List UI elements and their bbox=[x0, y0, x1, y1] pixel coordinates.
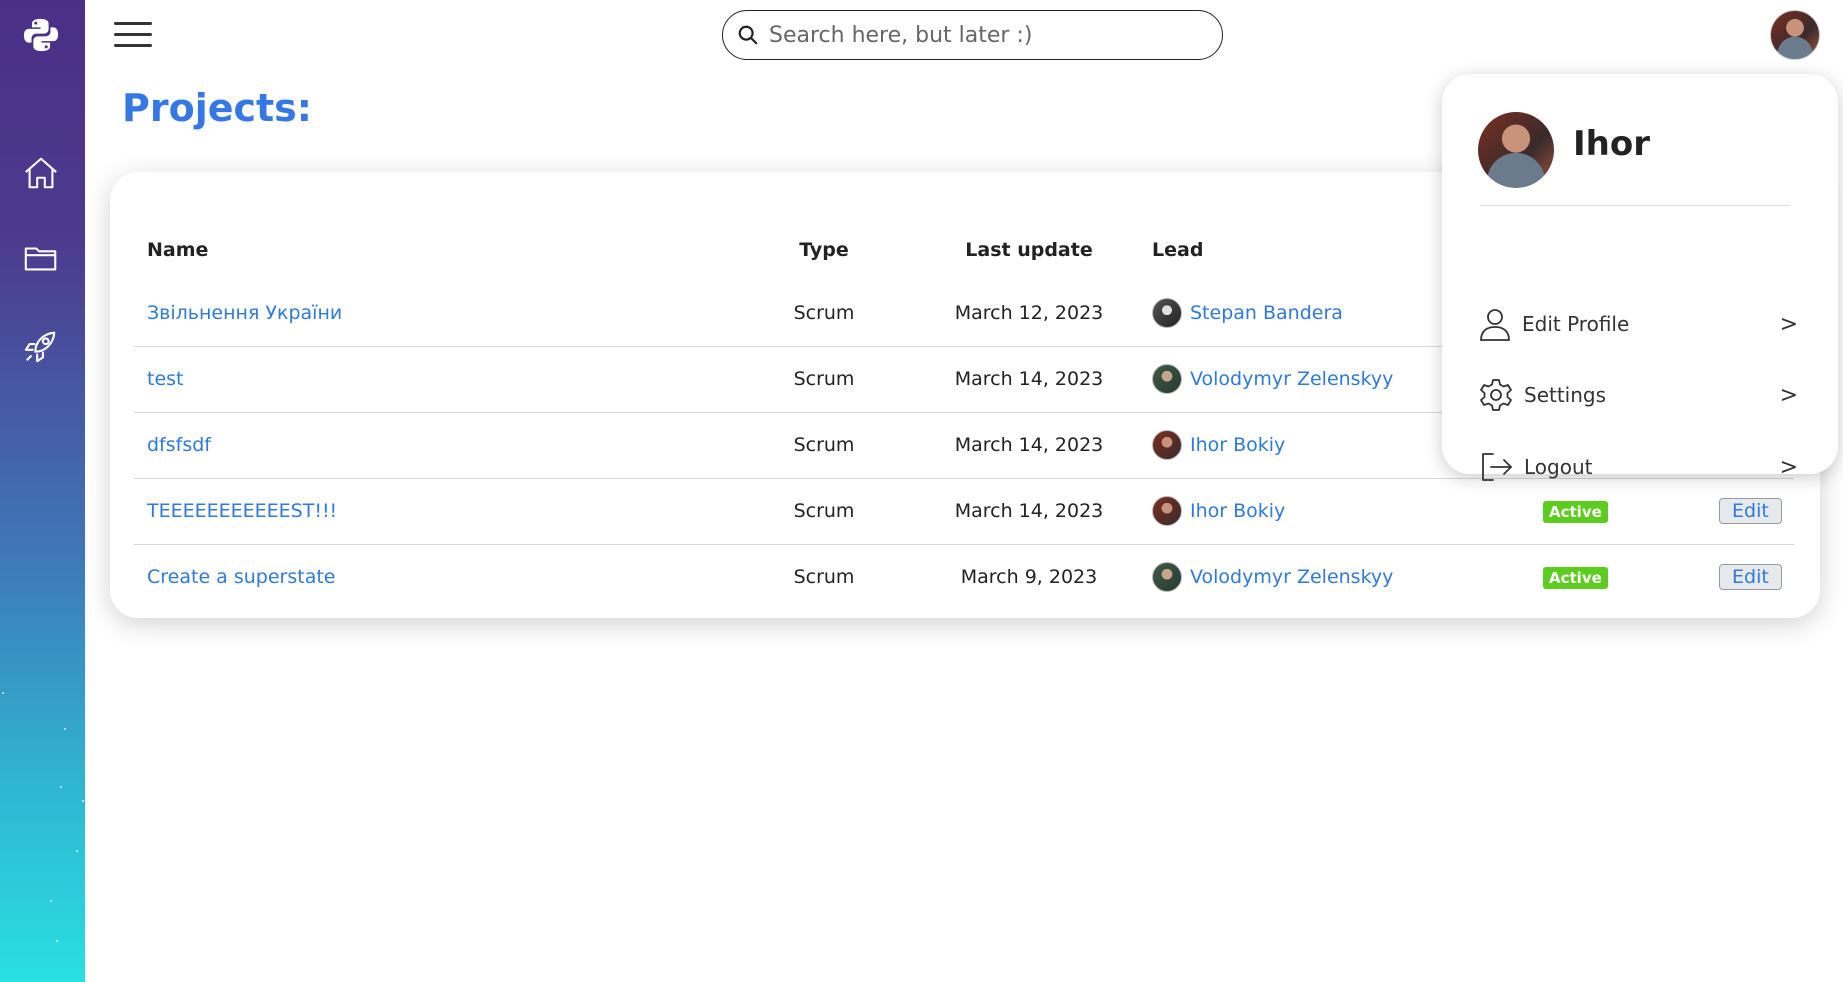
sidebar bbox=[0, 0, 85, 982]
search-icon bbox=[738, 25, 758, 45]
lead-link[interactable]: Volodymyr Zelenskyy bbox=[1190, 566, 1393, 588]
lead-avatar bbox=[1152, 364, 1182, 394]
edit-profile-menu-item[interactable]: Edit Profile > bbox=[1478, 302, 1798, 346]
folder-icon[interactable] bbox=[20, 237, 62, 279]
profile-dropdown: Ihor Edit Profile > Settings > Logout > bbox=[1442, 74, 1838, 481]
profile-name: Ihor bbox=[1573, 124, 1650, 164]
table-row: Create a superstate Scrum March 9, 2023 … bbox=[134, 544, 1794, 610]
menu-item-label: Edit Profile bbox=[1522, 312, 1630, 336]
lead-avatar bbox=[1152, 496, 1182, 526]
gear-icon bbox=[1480, 379, 1512, 411]
project-type: Scrum bbox=[793, 500, 855, 522]
rocket-icon[interactable] bbox=[20, 325, 62, 367]
search-input[interactable] bbox=[769, 22, 1209, 48]
menu-item-label: Logout bbox=[1524, 455, 1593, 479]
decorative-star bbox=[50, 900, 52, 902]
project-link[interactable]: dfsfsdf bbox=[147, 434, 211, 456]
project-link[interactable]: Create a superstate bbox=[147, 566, 336, 588]
project-type: Scrum bbox=[793, 434, 855, 456]
home-icon[interactable] bbox=[20, 152, 62, 194]
header-type[interactable]: Type bbox=[724, 220, 924, 280]
header-last-update[interactable]: Last update bbox=[924, 220, 1134, 280]
decorative-star bbox=[60, 786, 62, 788]
settings-menu-item[interactable]: Settings > bbox=[1478, 373, 1798, 417]
edit-button[interactable]: Edit bbox=[1719, 564, 1782, 591]
user-avatar-button[interactable] bbox=[1770, 10, 1820, 60]
logout-menu-item[interactable]: Logout > bbox=[1478, 445, 1798, 489]
lead-avatar bbox=[1152, 562, 1182, 593]
lead-avatar bbox=[1152, 297, 1182, 328]
project-type: Scrum bbox=[793, 566, 855, 589]
python-logo-icon[interactable] bbox=[20, 14, 62, 56]
project-last-update: March 14, 2023 bbox=[954, 500, 1104, 522]
project-link[interactable]: test bbox=[147, 368, 184, 390]
project-last-update: March 14, 2023 bbox=[954, 368, 1104, 390]
profile-avatar bbox=[1478, 112, 1554, 188]
search-bar[interactable] bbox=[722, 10, 1223, 60]
logout-icon bbox=[1482, 453, 1512, 481]
chevron-right-icon: > bbox=[1779, 382, 1798, 408]
decorative-star bbox=[82, 800, 84, 802]
chevron-right-icon: > bbox=[1779, 311, 1798, 337]
project-type: Scrum bbox=[793, 301, 855, 324]
chevron-right-icon: > bbox=[1779, 454, 1798, 480]
lead-avatar bbox=[1152, 430, 1182, 460]
decorative-star bbox=[2, 692, 4, 694]
project-type: Scrum bbox=[793, 368, 855, 390]
lead-link[interactable]: Ihor Bokiy bbox=[1190, 434, 1285, 456]
status-badge: Active bbox=[1543, 500, 1608, 523]
lead-link[interactable]: Ihor Bokiy bbox=[1190, 500, 1285, 522]
project-last-update: March 9, 2023 bbox=[960, 566, 1098, 589]
decorative-star bbox=[76, 850, 78, 852]
divider bbox=[1480, 205, 1790, 206]
decorative-star bbox=[64, 728, 66, 730]
lead-link[interactable]: Volodymyr Zelenskyy bbox=[1190, 368, 1393, 390]
decorative-star bbox=[56, 940, 58, 942]
header-name[interactable]: Name bbox=[134, 220, 724, 280]
user-icon bbox=[1480, 309, 1510, 341]
project-link[interactable]: TEEEEEEEEEEEST!!! bbox=[147, 500, 337, 522]
edit-button[interactable]: Edit bbox=[1719, 498, 1782, 524]
page-title: Projects: bbox=[122, 86, 312, 130]
project-last-update: March 12, 2023 bbox=[954, 301, 1104, 324]
menu-toggle-button[interactable] bbox=[114, 22, 154, 48]
project-link[interactable]: Звільнення України bbox=[147, 302, 342, 324]
project-last-update: March 14, 2023 bbox=[954, 434, 1104, 456]
menu-item-label: Settings bbox=[1524, 383, 1607, 407]
status-badge: Active bbox=[1543, 566, 1608, 589]
lead-link[interactable]: Stepan Bandera bbox=[1190, 302, 1343, 324]
